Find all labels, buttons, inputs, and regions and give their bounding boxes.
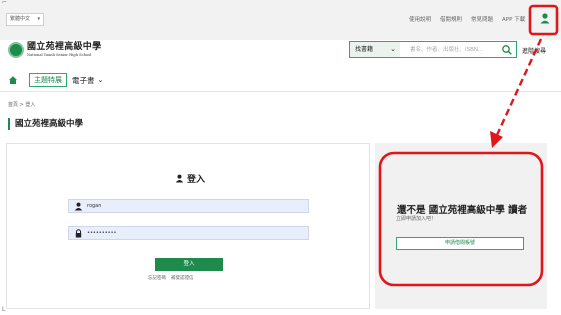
logo-subtitle: National Yuanli Senior High School — [27, 53, 92, 57]
corner-mark: ⌐ — [2, 0, 8, 6]
breadcrumb: 首頁 > 登入 — [8, 101, 35, 108]
user-icon — [175, 174, 184, 183]
header-divider — [0, 91, 561, 92]
login-button[interactable]: 登入 — [155, 258, 223, 271]
top-bar: 繁體中文 ▾ 使用說明 借閱規則 常見問題 APP 下載 — [0, 0, 561, 40]
login-title: 登入 — [187, 175, 206, 185]
search-input[interactable] — [400, 42, 500, 57]
main-nav: 主題特展 電子書 ⌄ — [8, 71, 103, 89]
link-usage[interactable]: 使用說明 — [409, 14, 431, 26]
breadcrumb-home[interactable]: 首頁 — [8, 102, 18, 108]
tab-ebooks-label: 電子書 — [72, 75, 95, 85]
password-field[interactable]: •••••••••• — [68, 226, 309, 240]
register-title: 還不是 國立苑裡高級中學 讀者 — [397, 205, 528, 216]
login-heading: 登入 — [175, 172, 205, 185]
register-subtitle: 立即申請加入吧！ — [396, 216, 437, 222]
chevron-down-icon: ▾ — [37, 16, 40, 22]
school-logo[interactable]: 國立苑裡高級中學 National Yuanli Senior High Sch… — [8, 42, 101, 58]
link-borrow-rules[interactable]: 借閱規則 — [440, 14, 462, 26]
home-icon[interactable] — [8, 75, 18, 85]
user-icon — [74, 202, 83, 210]
apply-account-button[interactable]: 申請借閱帳號 — [396, 237, 524, 250]
forgot-password-link[interactable]: 忘記密碼 — [148, 275, 166, 281]
page-title: 國立苑裡高級中學 — [8, 118, 83, 130]
corner-mark: L — [2, 306, 6, 313]
tab-featured[interactable]: 主題特展 — [29, 73, 67, 87]
top-links: 使用說明 借閱規則 常見問題 APP 下載 — [409, 14, 525, 26]
login-links: 忘記密碼 補發認證信 — [148, 275, 194, 281]
username-value: rogan — [87, 203, 102, 209]
user-icon — [540, 13, 550, 24]
password-value: •••••••••• — [87, 230, 117, 236]
login-panel: 登入 rogan •••••••••• 登入 忘記密碼 補發認證信 — [6, 143, 370, 309]
register-panel: 還不是 國立苑裡高級中學 讀者 立即申請加入吧！ 申請借閱帳號 — [375, 143, 547, 309]
username-field[interactable]: rogan — [68, 199, 309, 213]
chevron-down-icon: ⌄ — [97, 76, 104, 84]
advanced-search-link[interactable]: 進階搜尋 — [522, 46, 546, 55]
logo-title: 國立苑裡高級中學 — [27, 42, 102, 52]
account-button[interactable] — [534, 8, 556, 30]
search-icon[interactable] — [501, 44, 513, 56]
tab-ebooks[interactable]: 電子書 ⌄ — [72, 75, 103, 86]
search-bar: 找書籍 ⌄ — [349, 41, 517, 58]
chevron-down-icon: ⌄ — [390, 45, 396, 53]
link-app-download[interactable]: APP 下載 — [502, 14, 525, 26]
link-faq[interactable]: 常見問題 — [471, 14, 493, 26]
search-type-select[interactable]: 找書籍 ⌄ — [350, 42, 400, 57]
search-type-value: 找書籍 — [355, 46, 374, 53]
language-select[interactable]: 繁體中文 ▾ — [6, 13, 44, 26]
resend-verification-link[interactable]: 補發認證信 — [171, 275, 194, 281]
breadcrumb-current: 登入 — [25, 102, 36, 108]
language-value: 繁體中文 — [10, 16, 31, 22]
school-emblem-icon — [8, 42, 24, 58]
lock-icon — [75, 228, 82, 237]
